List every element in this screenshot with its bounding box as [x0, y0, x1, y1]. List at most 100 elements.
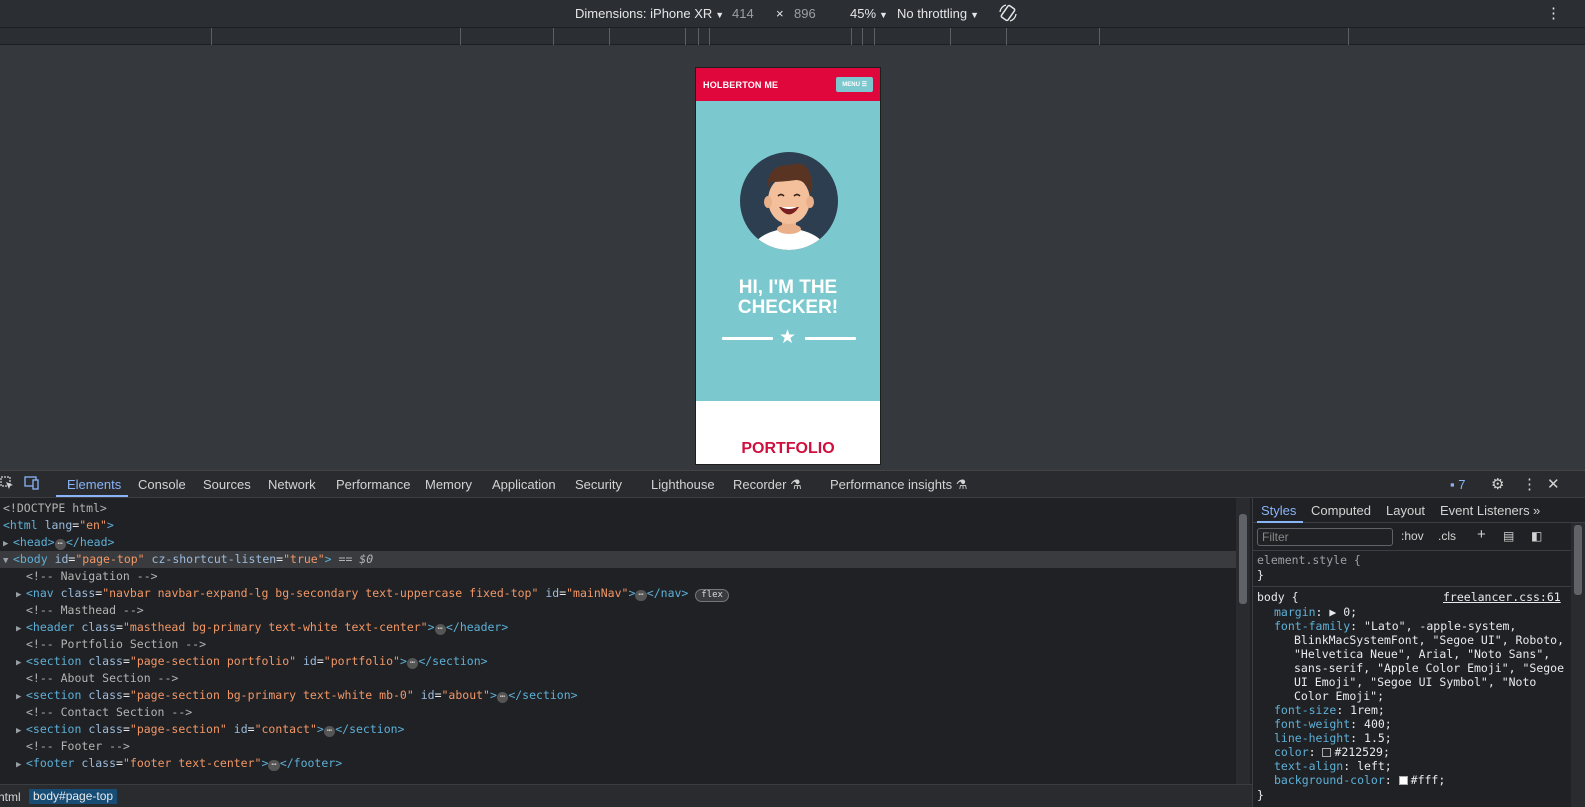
css-value: left;	[1357, 759, 1392, 773]
ellipsis-icon[interactable]: ⋯	[434, 624, 446, 635]
css-declaration[interactable]: font-size: 1rem;	[1274, 703, 1385, 717]
css-declaration[interactable]: margin: ▶ 0;	[1274, 605, 1357, 619]
expand-triangle-icon[interactable]: ▶	[16, 587, 26, 604]
tree-row[interactable]: <!-- Masthead -->	[26, 602, 1252, 619]
tree-row[interactable]: ▶ <section class="page-section portfolio"…	[16, 653, 1252, 670]
tab-layout[interactable]: Layout	[1386, 503, 1425, 518]
ellipsis-icon[interactable]: ⋯	[323, 726, 336, 737]
styles-scrollbar[interactable]	[1571, 523, 1585, 807]
width-input[interactable]: 414	[732, 6, 754, 21]
elements-scrollbar[interactable]	[1236, 498, 1250, 784]
tree-row[interactable]: ▶ <section class="page-section" id="conta…	[16, 721, 1252, 738]
color-swatch[interactable]	[1322, 748, 1332, 757]
tab-application[interactable]: Application	[492, 477, 556, 492]
tree-row[interactable]: <!DOCTYPE html>	[3, 500, 1239, 517]
ruler-tick	[709, 28, 710, 45]
tree-row[interactable]: <!-- Footer -->	[26, 738, 1252, 755]
attr-value: "true"	[283, 552, 325, 566]
tree-row[interactable]: <html lang="en">	[3, 517, 1239, 534]
ellipsis-icon[interactable]: ⋯	[54, 539, 66, 550]
styles-filter-input[interactable]: Filter	[1257, 528, 1393, 546]
media-query-ruler[interactable]	[0, 27, 1585, 45]
css-property: text-align	[1274, 759, 1344, 773]
active-tab-indicator	[56, 495, 128, 497]
ellipsis-icon[interactable]: ⋯	[496, 692, 509, 703]
tree-row[interactable]: <!-- Contact Section -->	[26, 704, 1252, 721]
device-dimensions-dropdown[interactable]: Dimensions: iPhone XR ▼	[575, 6, 724, 21]
tab-performance-insights[interactable]: Performance insights ⚗	[830, 477, 967, 493]
expand-triangle-icon[interactable]: ▶	[16, 655, 26, 672]
css-declaration[interactable]: font-weight: 400;	[1274, 717, 1392, 731]
issues-counter[interactable]: ▪ 7	[1450, 477, 1465, 492]
color-swatch[interactable]	[1398, 776, 1408, 785]
tab-security[interactable]: Security	[575, 477, 622, 492]
expand-triangle-icon[interactable]: ▶	[16, 621, 26, 638]
tab-elements[interactable]: Elements	[67, 477, 121, 492]
css-declaration[interactable]: font-family: "Lato", -apple-system,	[1274, 619, 1516, 633]
tab-lighthouse[interactable]: Lighthouse	[651, 477, 715, 492]
tab-sources[interactable]: Sources	[203, 477, 251, 492]
hov-toggle[interactable]: :hov	[1401, 529, 1424, 543]
css-value-cont: Color Emoji";	[1294, 689, 1385, 703]
css-declaration[interactable]: text-align: left;	[1274, 759, 1392, 773]
flex-badge[interactable]: flex	[695, 589, 729, 602]
tab-console[interactable]: Console	[138, 477, 186, 492]
ruler-tick	[950, 28, 951, 45]
chevron-down-icon: ▼	[970, 10, 980, 20]
tree-row[interactable]: ▶ <header class="masthead bg-primary text…	[16, 619, 1252, 636]
tab-network[interactable]: Network	[268, 477, 316, 492]
breadcrumb-item-selected[interactable]: body#page-top	[29, 789, 118, 804]
device-screen[interactable]: HOLBERTON ME MENU ☰ HI, I'M THE CHECKER!…	[695, 67, 881, 465]
close-brace: }	[1257, 568, 1264, 582]
add-rule-icon[interactable]: +	[1477, 526, 1486, 543]
issues-icon: ▪	[1450, 477, 1455, 492]
tree-row[interactable]: ▶ <head> ⋯ </head>	[3, 534, 1239, 551]
tab-memory[interactable]: Memory	[425, 477, 472, 492]
sidebar-toggle-icon[interactable]: ◧	[1531, 529, 1542, 543]
tree-row[interactable]: ▶ <nav class="navbar navbar-expand-lg bg-…	[16, 585, 1252, 602]
expand-triangle-icon[interactable]: ▶	[16, 723, 26, 740]
scrollbar-thumb[interactable]	[1239, 514, 1247, 604]
close-icon[interactable]: ✕	[1547, 475, 1560, 493]
tab-computed[interactable]: Computed	[1311, 503, 1371, 518]
menu-button[interactable]: MENU ☰	[836, 77, 873, 92]
tab-styles[interactable]: Styles	[1261, 503, 1296, 518]
css-declaration[interactable]: color: #212529;	[1274, 745, 1390, 759]
chevron-right-icon[interactable]: »	[1533, 503, 1540, 518]
css-declaration[interactable]: line-height: 1.5;	[1274, 731, 1392, 745]
throttling-dropdown[interactable]: No throttling ▼	[897, 6, 979, 21]
paint-icon[interactable]: ▤	[1503, 529, 1514, 543]
rotate-icon[interactable]	[998, 3, 1018, 26]
collapse-triangle-icon[interactable]: ▼	[3, 553, 13, 570]
more-options-icon[interactable]: ⋮	[1546, 4, 1561, 22]
tree-row[interactable]: ▶ <section class="page-section bg-primary…	[16, 687, 1252, 704]
tree-row[interactable]: <!-- Navigation -->	[26, 568, 1252, 585]
source-link[interactable]: freelancer.css:61	[1443, 590, 1561, 604]
ellipsis-icon[interactable]: ⋯	[406, 658, 419, 669]
more-options-icon[interactable]: ⋮	[1522, 475, 1537, 493]
css-value-cont: BlinkMacSystemFont, "Segoe UI", Roboto,	[1294, 633, 1565, 647]
gear-icon[interactable]: ⚙	[1491, 475, 1504, 493]
inspect-element-icon[interactable]	[0, 476, 14, 493]
ellipsis-icon[interactable]: ⋯	[635, 590, 647, 601]
css-declaration[interactable]: background-color: #fff;	[1274, 773, 1445, 787]
tab-event-listeners[interactable]: Event Listeners	[1440, 503, 1530, 518]
css-property: line-height	[1274, 731, 1351, 745]
expand-triangle-icon[interactable]: ▶	[16, 757, 26, 774]
tree-row[interactable]: <!-- Portfolio Section -->	[26, 636, 1252, 653]
tree-row[interactable]: <!-- About Section -->	[26, 670, 1252, 687]
height-input[interactable]: 896	[794, 6, 816, 21]
tree-row-selected[interactable]: ▼ <body id="page-top" cz-shortcut-listen=…	[0, 551, 1236, 568]
cls-toggle[interactable]: .cls	[1438, 529, 1456, 543]
tab-recorder[interactable]: Recorder ⚗	[733, 477, 802, 493]
device-toolbar-icon[interactable]	[24, 476, 40, 493]
element-style-selector: element.style {	[1257, 553, 1361, 567]
ellipsis-icon[interactable]: ⋯	[268, 760, 280, 771]
expand-triangle-icon[interactable]: ▶	[16, 689, 26, 706]
navbar-brand[interactable]: HOLBERTON ME	[703, 80, 778, 90]
zoom-dropdown[interactable]: 45% ▼	[850, 6, 888, 21]
tab-performance[interactable]: Performance	[336, 477, 410, 492]
tree-row[interactable]: ▶ <footer class="footer text-center"> ⋯ </f…	[16, 755, 1252, 772]
scrollbar-thumb[interactable]	[1574, 525, 1582, 595]
breadcrumb-item[interactable]: html	[0, 790, 21, 804]
